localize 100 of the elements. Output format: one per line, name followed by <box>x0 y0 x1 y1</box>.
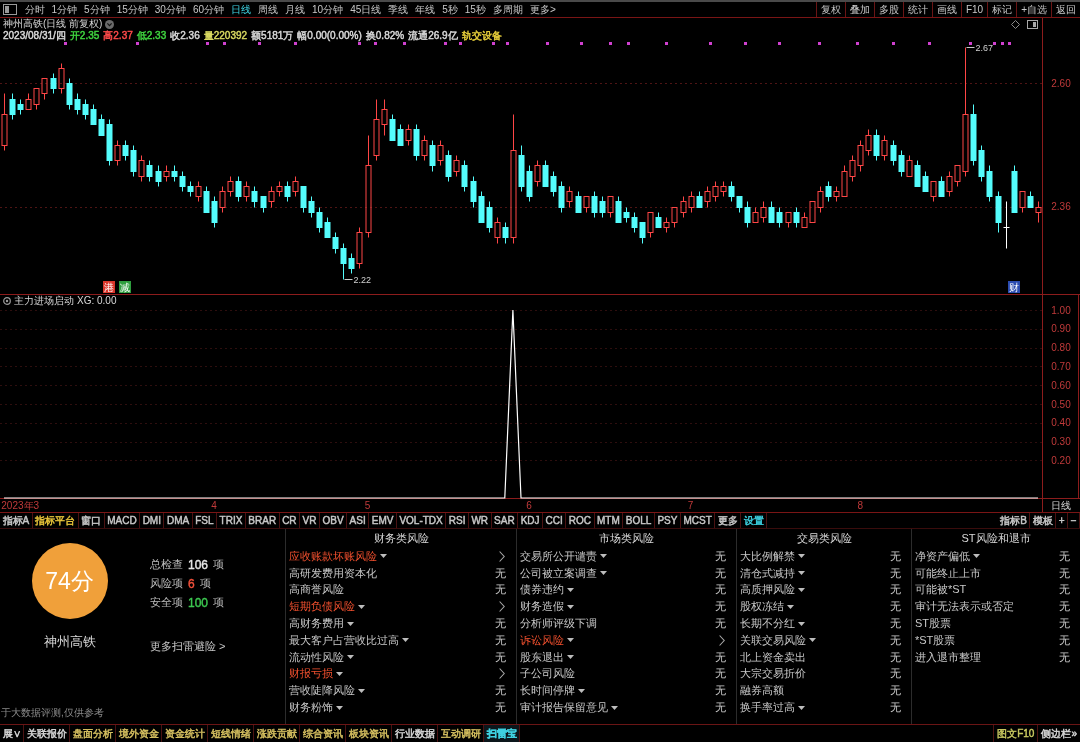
period-tab[interactable]: 1分钟 <box>48 2 81 17</box>
chevron-right-icon[interactable] <box>719 634 725 646</box>
indicator-tab[interactable]: 设置 <box>741 513 768 528</box>
risk-item[interactable]: 最大客户占营收比过高 <box>289 632 399 648</box>
caret-icon[interactable] <box>347 621 354 626</box>
period-tab[interactable]: 年线 <box>411 2 439 17</box>
risk-item[interactable]: 债券违约 <box>520 582 564 598</box>
risk-item[interactable]: 进入退市整理 <box>915 649 981 665</box>
indicator-tab[interactable]: DMA <box>164 513 193 528</box>
bottom-tab[interactable]: 关联报价 <box>24 725 70 742</box>
caret-icon[interactable] <box>600 571 607 576</box>
risk-item[interactable]: 大比例解禁 <box>740 548 795 564</box>
caret-icon[interactable] <box>798 588 805 592</box>
indicator-tab[interactable]: CR <box>279 513 301 528</box>
event-tag[interactable]: 财 <box>1008 281 1020 293</box>
risk-item[interactable]: 高商誉风险 <box>289 582 344 598</box>
indicator-tab[interactable]: + <box>1056 513 1069 528</box>
toolbar-button[interactable]: 统计 <box>902 2 932 17</box>
risk-item[interactable]: 财务粉饰 <box>289 700 333 716</box>
risk-item[interactable]: 诉讼风险 <box>520 632 564 648</box>
risk-item[interactable]: 换手率过高 <box>740 700 795 716</box>
risk-item[interactable]: 融券高额 <box>740 683 784 699</box>
caret-icon[interactable] <box>611 705 618 710</box>
risk-item[interactable]: 营收陡降风险 <box>289 683 355 699</box>
dropdown-icon[interactable] <box>105 19 115 29</box>
risk-item[interactable]: 财务造假 <box>520 599 564 615</box>
period-tab[interactable]: 多周期 <box>489 2 527 17</box>
toolbar-button[interactable]: F10 <box>960 2 988 17</box>
risk-item[interactable]: 公司被立案调查 <box>520 565 597 581</box>
toolbar-button[interactable]: 标记 <box>987 2 1017 17</box>
bottom-tab[interactable]: 行业数据 <box>392 725 438 742</box>
risk-item[interactable]: 高财务费用 <box>289 616 344 632</box>
caret-icon[interactable] <box>578 688 585 693</box>
diamond-icon[interactable] <box>1011 19 1020 29</box>
chevron-right-icon[interactable] <box>499 668 505 680</box>
caret-icon[interactable] <box>809 638 816 643</box>
indicator-tab[interactable]: VR <box>300 513 320 528</box>
panel-button[interactable]: 图文F10 <box>993 725 1038 742</box>
caret-icon[interactable] <box>358 688 365 693</box>
caret-icon[interactable] <box>380 554 387 559</box>
toolbar-button[interactable]: 复权 <box>815 2 845 17</box>
caret-icon[interactable] <box>336 705 343 710</box>
period-tab[interactable]: 更多> <box>526 2 560 17</box>
risk-item[interactable]: 流动性风险 <box>289 649 344 665</box>
risk-item[interactable]: 短期负债风险 <box>289 599 355 615</box>
risk-item[interactable]: ST股票 <box>915 616 952 632</box>
caret-icon[interactable] <box>567 655 574 660</box>
bottom-tab[interactable]: 盘面分析 <box>70 725 116 742</box>
panel-icon[interactable] <box>3 4 17 15</box>
indicator-tab[interactable]: 模板 <box>1030 513 1057 528</box>
risk-item[interactable]: 子公司风险 <box>520 666 575 682</box>
panel-button[interactable]: 侧边栏» <box>1037 725 1080 742</box>
risk-item[interactable]: 关联交易风险 <box>740 632 806 648</box>
caret-icon[interactable] <box>798 554 805 559</box>
indicator-tab[interactable]: WR <box>468 513 492 528</box>
caret-icon[interactable] <box>798 705 805 710</box>
caret-icon[interactable] <box>567 604 574 609</box>
risk-item[interactable]: 北上资金卖出 <box>740 649 806 665</box>
more-link[interactable]: 更多扫雷避险 > <box>150 639 226 654</box>
indicator-tab[interactable]: FSL <box>192 513 218 528</box>
period-tab[interactable]: 周线 <box>254 2 282 17</box>
indicator-tab[interactable]: TRIX <box>217 513 246 528</box>
caret-icon[interactable] <box>567 638 574 643</box>
indicator-tab[interactable]: MTM <box>594 513 624 528</box>
indicator-tab[interactable]: DMI <box>140 513 165 528</box>
indicator-tab[interactable]: BOLL <box>623 513 655 528</box>
indicator-tab[interactable]: 指标A <box>0 513 33 528</box>
risk-item[interactable]: 净资产偏低 <box>915 548 970 564</box>
period-tab[interactable]: 30分钟 <box>151 2 190 17</box>
risk-item[interactable]: 审计无法表示或否定 <box>915 599 1014 615</box>
indicator-tab[interactable]: 窗口 <box>78 513 105 528</box>
risk-item[interactable]: 高研发费用资本化 <box>289 565 377 581</box>
indicator-tab[interactable]: MACD <box>104 513 141 528</box>
bottom-tab[interactable]: 境外资金 <box>116 725 162 742</box>
toolbar-button[interactable]: +自选 <box>1016 2 1051 17</box>
risk-item[interactable]: 长期不分红 <box>740 616 795 632</box>
circle-icon[interactable] <box>3 296 11 305</box>
caret-icon[interactable] <box>798 621 805 626</box>
indicator-tab[interactable]: 更多 <box>715 513 742 528</box>
risk-item[interactable]: 交易所公开谴责 <box>520 548 597 564</box>
event-tag[interactable]: 港 <box>103 281 115 293</box>
toolbar-button[interactable]: 返回 <box>1051 2 1080 17</box>
indicator-tab[interactable]: − <box>1068 513 1080 528</box>
risk-item[interactable]: 股东退出 <box>520 649 564 665</box>
square-icon[interactable] <box>1027 19 1038 29</box>
caret-icon[interactable] <box>600 554 607 559</box>
indicator-tab[interactable]: 指标平台 <box>32 513 79 528</box>
indicator-tab[interactable]: MCST <box>680 513 716 528</box>
indicator-tab[interactable]: RSI <box>446 513 469 528</box>
caret-icon[interactable] <box>347 655 354 660</box>
period-tab[interactable]: 45日线 <box>346 2 385 17</box>
indicator-tab[interactable]: OBV <box>320 513 348 528</box>
indicator-tab[interactable]: BRAR <box>245 513 280 528</box>
period-tab[interactable]: 60分钟 <box>189 2 228 17</box>
risk-item[interactable]: 审计报告保留意见 <box>520 700 608 716</box>
period-tab[interactable]: 15秒 <box>461 2 490 17</box>
chevron-right-icon[interactable] <box>499 601 505 613</box>
caret-icon[interactable] <box>358 604 365 609</box>
indicator-tab[interactable]: CCI <box>543 513 567 528</box>
indicator-tab[interactable]: SAR <box>491 513 519 528</box>
